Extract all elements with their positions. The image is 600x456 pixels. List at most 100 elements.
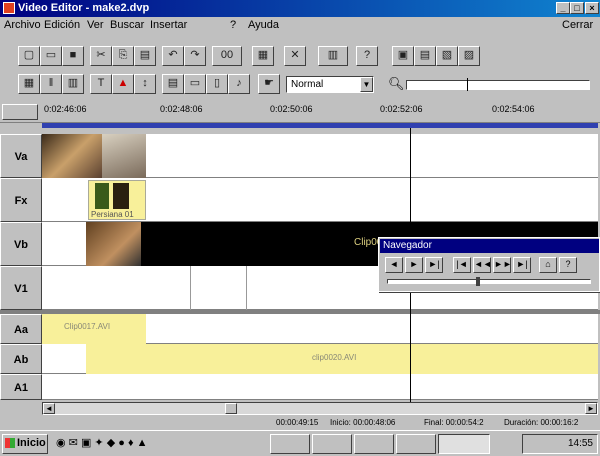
- audio-clip[interactable]: clip0020.AVI: [86, 344, 598, 374]
- track-add-icon[interactable]: ▤: [162, 74, 184, 94]
- text-icon[interactable]: T: [90, 74, 112, 94]
- menu-ver[interactable]: Ver: [87, 19, 104, 31]
- scroll-thumb[interactable]: [225, 403, 237, 414]
- audio-icon[interactable]: ♪: [228, 74, 250, 94]
- clip-thumbnail[interactable]: [42, 134, 102, 178]
- chevron-down-icon[interactable]: ▼: [360, 77, 373, 92]
- channels-icon[interactable]: ✦: [94, 437, 103, 449]
- track-label-aa[interactable]: Aa: [0, 314, 42, 344]
- taskbar-task[interactable]: [396, 434, 436, 454]
- scroll-left-icon[interactable]: ◄: [43, 403, 55, 414]
- track-fx[interactable]: Persiana 01: [42, 178, 598, 222]
- trim-icon[interactable]: ▥: [62, 74, 84, 94]
- nav-home-icon[interactable]: ⌂: [539, 257, 557, 273]
- navigator-window[interactable]: Navegador ◄ ► ►| |◄ ◄◄ ►► ►| ⌂ ?: [378, 237, 600, 292]
- split-icon[interactable]: ‖: [40, 74, 62, 94]
- view-preview-icon[interactable]: ▣: [392, 46, 414, 66]
- grid-icon[interactable]: ▦: [18, 74, 40, 94]
- close-button[interactable]: ×: [585, 2, 599, 14]
- nav-forward-icon[interactable]: ►►: [493, 257, 512, 273]
- track-label-v1[interactable]: V1: [0, 266, 42, 310]
- menu-ayuda[interactable]: Ayuda: [248, 19, 279, 31]
- save-icon[interactable]: ■: [62, 46, 84, 66]
- timeline-ruler[interactable]: 0:02:46:06 0:02:48:06 0:02:50:06 0:02:52…: [0, 101, 600, 123]
- track-label-vb[interactable]: Vb: [0, 222, 42, 266]
- zoom-icon[interactable]: 🔍︎: [388, 76, 405, 92]
- clip-boundary: [190, 266, 191, 310]
- clip-thumbnail[interactable]: [102, 134, 146, 178]
- track-label-va[interactable]: Va: [0, 134, 42, 178]
- app-icon[interactable]: [3, 2, 15, 14]
- paste-icon[interactable]: ▤: [134, 46, 156, 66]
- film-icon[interactable]: ▦: [252, 46, 274, 66]
- track-lock-icon[interactable]: ▯: [206, 74, 228, 94]
- menu-edicion[interactable]: Edición: [44, 19, 80, 31]
- nav-step-icon[interactable]: ►|: [425, 257, 443, 273]
- nav-start-icon[interactable]: |◄: [453, 257, 471, 273]
- title-bar[interactable]: Video Editor - make2.dvp _ □ ×: [0, 0, 600, 17]
- track-ab[interactable]: clip0020.AVI: [42, 344, 598, 374]
- app-icon[interactable]: ▲: [137, 437, 148, 449]
- cut-icon[interactable]: ✂: [90, 46, 112, 66]
- transition-clip[interactable]: Persiana 01: [88, 180, 146, 220]
- select-icon[interactable]: ↕: [134, 74, 156, 94]
- undo-icon[interactable]: ↶: [162, 46, 184, 66]
- transition-icon[interactable]: ✕: [284, 46, 306, 66]
- taskbar-task[interactable]: [354, 434, 394, 454]
- timecode-icon[interactable]: 00: [212, 46, 242, 66]
- work-area-bar[interactable]: [42, 123, 598, 128]
- nav-end-icon[interactable]: ►|: [513, 257, 531, 273]
- menu-cerrar[interactable]: Cerrar: [562, 19, 593, 31]
- hand-icon[interactable]: ☛: [258, 74, 280, 94]
- track-a1[interactable]: [42, 374, 598, 400]
- zoom-slider[interactable]: [406, 78, 590, 91]
- scroll-right-icon[interactable]: ►: [585, 403, 597, 414]
- open-icon[interactable]: ▭: [40, 46, 62, 66]
- track-del-icon[interactable]: ▭: [184, 74, 206, 94]
- nav-back-icon[interactable]: ◄: [385, 257, 403, 273]
- track-label-fx[interactable]: Fx: [0, 178, 42, 222]
- start-button[interactable]: Inicio: [2, 434, 48, 454]
- nav-help-icon[interactable]: ?: [559, 257, 577, 273]
- desktop-icon[interactable]: ▣: [81, 437, 91, 449]
- outlook-icon[interactable]: ✉: [69, 437, 78, 449]
- navigator-slider-thumb[interactable]: [476, 277, 480, 286]
- taskbar-task[interactable]: [312, 434, 352, 454]
- app-icon[interactable]: ♦: [128, 437, 134, 449]
- track-label-ab[interactable]: Ab: [0, 344, 42, 374]
- menu-archivo[interactable]: Archivo: [4, 19, 41, 31]
- start-label: Inicio: [17, 437, 46, 449]
- new-icon[interactable]: ▢: [18, 46, 40, 66]
- effects-icon[interactable]: ▥: [318, 46, 348, 66]
- ruler-corner-icon[interactable]: [2, 104, 38, 120]
- audio-clip[interactable]: Clip0017.AVI: [42, 314, 146, 344]
- view-storyboard-icon[interactable]: ▧: [436, 46, 458, 66]
- menu-insertar[interactable]: Insertar: [150, 19, 187, 31]
- track-aa[interactable]: Clip0017.AVI: [42, 314, 598, 344]
- nav-play-icon[interactable]: ►: [405, 257, 423, 273]
- taskbar-task[interactable]: [270, 434, 310, 454]
- copy-icon[interactable]: ⎘: [112, 46, 134, 66]
- menu-help-q[interactable]: ?: [230, 19, 236, 31]
- maximize-button[interactable]: □: [570, 2, 584, 14]
- navigator-title[interactable]: Navegador: [380, 239, 599, 253]
- view-library-icon[interactable]: ▤: [414, 46, 436, 66]
- track-label-a1[interactable]: A1: [0, 374, 42, 400]
- menu-buscar[interactable]: Buscar: [110, 19, 144, 31]
- nav-rewind-icon[interactable]: ◄◄: [473, 257, 492, 273]
- track-va[interactable]: [42, 134, 598, 178]
- clock[interactable]: 14:55: [568, 438, 593, 449]
- timeline-scrollbar[interactable]: ◄ ►: [42, 402, 598, 415]
- app-icon[interactable]: ◆: [107, 437, 115, 449]
- view-timeline-icon[interactable]: ▨: [458, 46, 480, 66]
- ruler-tick: 0:02:54:06: [492, 104, 535, 114]
- taskbar-task-active[interactable]: [438, 434, 490, 454]
- help-icon[interactable]: ?: [356, 46, 378, 66]
- zoom-slider-thumb[interactable]: [467, 78, 468, 91]
- navigator-slider[interactable]: [387, 277, 591, 286]
- ie-icon[interactable]: ◉: [56, 437, 66, 449]
- redo-icon[interactable]: ↷: [184, 46, 206, 66]
- minimize-button[interactable]: _: [556, 2, 570, 14]
- app-icon[interactable]: ●: [118, 437, 125, 449]
- marker-icon[interactable]: ▲: [112, 74, 134, 94]
